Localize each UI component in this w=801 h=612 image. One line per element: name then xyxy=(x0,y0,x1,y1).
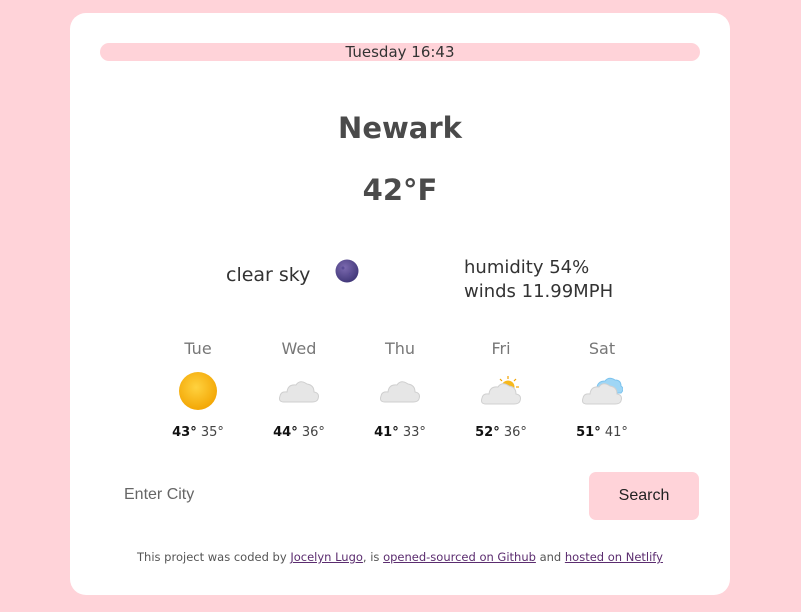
forecast-high: 52° xyxy=(475,425,500,440)
forecast-row: Tue 43° 35° Wed 44° 36° Thu 41° 33° Fri … xyxy=(148,339,648,449)
forecast-high: 44° xyxy=(273,425,298,440)
forecast-day: Sat 51° 41° xyxy=(552,339,652,440)
night-clear-moon-icon xyxy=(335,259,359,283)
forecast-day-name: Sat xyxy=(588,339,616,358)
city-name: Newark xyxy=(338,111,462,145)
cloud-icon xyxy=(380,381,420,403)
weather-description: clear sky xyxy=(226,264,311,286)
footer: This project was coded by Jocelyn Lugo, … xyxy=(70,550,730,564)
forecast-day-name: Wed xyxy=(281,339,317,358)
forecast-high: 43° xyxy=(172,425,197,440)
forecast-day: Tue 43° 35° xyxy=(148,339,248,440)
weather-stats: humidity 54% winds 11.99MPH xyxy=(464,256,613,304)
footer-text-prefix: This project was coded by xyxy=(137,550,291,564)
forecast-low: 36° xyxy=(503,425,527,440)
footer-text-mid: and xyxy=(535,550,565,564)
date-time-bar: Tuesday 16:43 xyxy=(100,43,700,61)
current-temperature: 42°F xyxy=(362,173,438,207)
winds-text: winds 11.99MPH xyxy=(464,281,614,302)
forecast-low: 41° xyxy=(604,425,628,440)
forecast-temps: 51° 41° xyxy=(552,425,652,440)
netlify-link[interactable]: hosted on Netlify xyxy=(565,550,663,564)
github-link[interactable]: opened-sourced on Github xyxy=(383,550,536,564)
forecast-low: 33° xyxy=(402,425,426,440)
weather-card: Tuesday 16:43 Newark 42°F clear sky humi… xyxy=(70,13,730,595)
sun-icon xyxy=(179,372,217,410)
partly-cloudy-icon xyxy=(481,376,521,405)
forecast-temps: 41° 33° xyxy=(350,425,450,440)
humidity-text: humidity 54% xyxy=(464,257,590,278)
city-search-input[interactable] xyxy=(110,472,530,518)
forecast-day: Wed 44° 36° xyxy=(249,339,349,440)
forecast-temps: 44° 36° xyxy=(249,425,349,440)
rain-cloud-icon xyxy=(582,377,623,405)
cloud-icon xyxy=(279,381,319,403)
forecast-high: 41° xyxy=(374,425,399,440)
forecast-day-name: Fri xyxy=(491,339,511,358)
forecast-day: Fri 52° 36° xyxy=(451,339,551,440)
forecast-day-name: Thu xyxy=(384,339,416,358)
forecast-temps: 43° 35° xyxy=(148,425,248,440)
forecast-high: 51° xyxy=(576,425,601,440)
footer-text-mid: , is xyxy=(362,550,384,564)
author-link[interactable]: Jocelyn Lugo xyxy=(290,550,363,564)
forecast-temps: 52° 36° xyxy=(451,425,551,440)
forecast-low: 36° xyxy=(301,425,325,440)
forecast-day: Thu 41° 33° xyxy=(350,339,450,440)
forecast-low: 35° xyxy=(200,425,224,440)
search-button[interactable]: Search xyxy=(589,472,699,520)
forecast-day-name: Tue xyxy=(184,339,212,358)
